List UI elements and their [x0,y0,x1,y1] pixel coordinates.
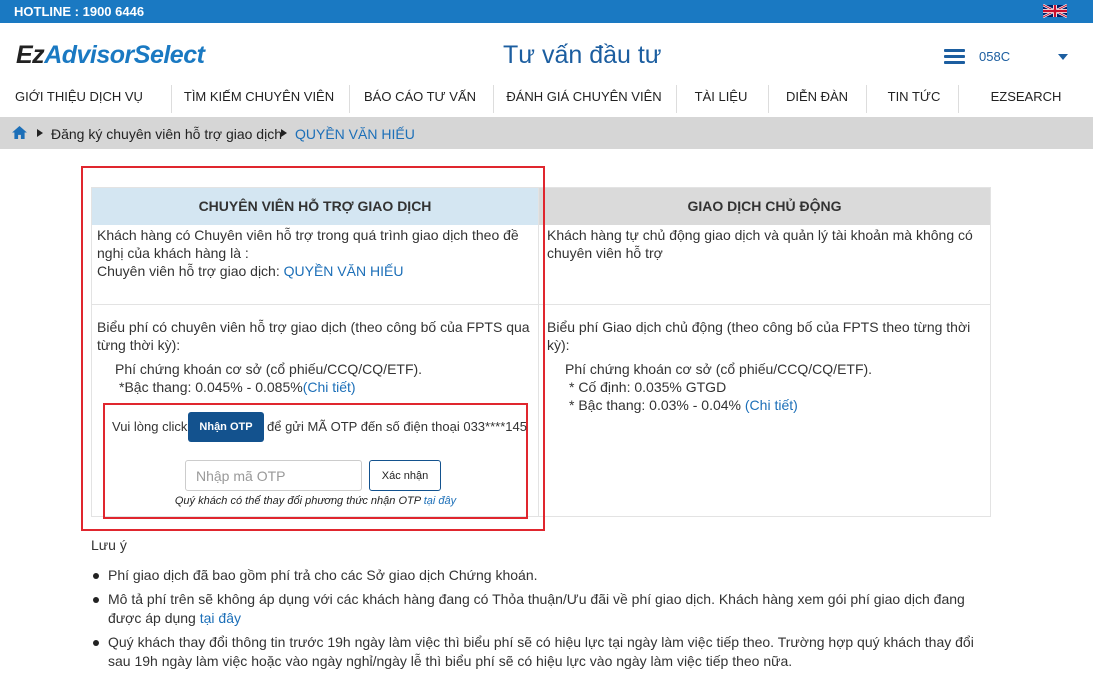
nav-divider [349,85,350,113]
nav-divider [493,85,494,113]
breadcrumb-arrow-icon [37,129,43,137]
nav-item-tin-tuc[interactable]: TIN TỨC [876,83,952,115]
fee-title: Biểu phí Giao dịch chủ động (theo công b… [547,319,971,353]
hotline-text: HOTLINE : 1900 6446 [14,4,145,19]
main-nav: GIỚI THIỆU DỊCH VỤ TÌM KIẾM CHUYÊN VIÊN … [0,83,1093,115]
nav-divider [768,85,769,113]
divider [539,304,990,305]
uk-flag-icon[interactable] [1043,3,1067,19]
home-icon[interactable] [12,126,27,139]
nav-item-danh-gia[interactable]: ĐÁNH GIÁ CHUYÊN VIÊN [503,83,665,115]
nav-divider [866,85,867,113]
hamburger-menu-icon[interactable] [944,49,965,65]
list-item: Quý khách thay đổi thông tin trước 19h n… [91,633,991,671]
notes-list: Phí giao dịch đã bao gồm phí trả cho các… [91,566,991,676]
top-bar: HOTLINE : 1900 6446 [0,0,1093,23]
nav-divider [171,85,172,113]
otp-prefix-text: Vui lòng click [112,419,188,434]
panel-title: GIAO DỊCH CHỦ ĐỘNG [539,188,990,225]
breadcrumb: Đăng ký chuyên viên hỗ trợ giao dịch QUY… [0,117,1093,149]
breadcrumb-current: QUYỀN VĂN HIẾU [295,126,415,142]
fee-fixed: * Cố định: 0.035% GTGD [569,379,727,395]
panel-description: Khách hàng tự chủ động giao dịch và quản… [547,227,973,261]
confirm-button[interactable]: Xác nhận [369,460,441,491]
otp-method-note: Quý khách có thể thay đổi phương thức nh… [174,495,457,507]
breadcrumb-step[interactable]: Đăng ký chuyên viên hỗ trợ giao dịch [51,126,282,142]
fee-base: Phí chứng khoán cơ sở (cổ phiếu/CCQ/CQ/E… [565,361,873,377]
nav-item-bao-cao[interactable]: BÁO CÁO TƯ VẤN [360,83,480,115]
notes-title: Lưu ý [91,537,127,553]
site-header: EzAdvisorSelect Tư vấn đầu tư 058C [0,23,1093,83]
nav-item-tim-kiem[interactable]: TÌM KIẾM CHUYÊN VIÊN [182,83,336,115]
fee-tier: * Bậc thang: 0.03% - 0.04% (Chi tiết) [569,397,798,413]
nav-item-dien-dan[interactable]: DIỄN ĐÀN [778,83,856,115]
nav-divider [676,85,677,113]
nav-item-ezsearch[interactable]: EZSEARCH [976,83,1076,115]
breadcrumb-arrow-icon [281,129,287,137]
user-account[interactable]: 058C [979,49,1010,64]
otp-input[interactable] [185,460,362,491]
nav-item-tai-lieu[interactable]: TÀI LIỆU [686,83,756,115]
change-otp-method-link[interactable]: tại đây [424,495,456,507]
nav-divider [958,85,959,113]
otp-suffix-text: để gửi MÃ OTP đến số điện thoại 033****1… [267,419,527,434]
detail-link[interactable]: (Chi tiết) [745,397,798,413]
page-title: Tư vấn đầu tư [503,41,662,69]
site-logo[interactable]: EzAdvisorSelect [16,41,205,70]
otp-request-row: Vui lòng click Nhận OTP để gửi MÃ OTP đế… [112,412,527,442]
nav-item-gioi-thieu[interactable]: GIỚI THIỆU DỊCH VỤ [10,83,148,115]
list-item: Phí giao dịch đã bao gồm phí trả cho các… [91,566,991,585]
fee-package-link[interactable]: tại đây [200,610,241,626]
get-otp-button[interactable]: Nhận OTP [188,412,264,442]
self-trading-panel[interactable]: GIAO DỊCH CHỦ ĐỘNG Khách hàng tự chủ độn… [539,187,991,517]
chevron-down-icon[interactable] [1058,54,1068,60]
list-item: Mô tả phí trên sẽ không áp dụng với các … [91,590,991,628]
